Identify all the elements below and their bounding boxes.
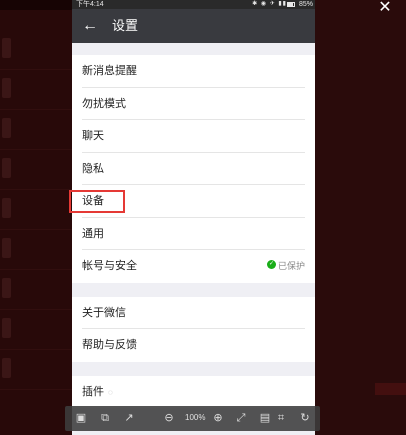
copy-icon[interactable]: ⧉	[97, 410, 113, 426]
phone-screen: 下午4:14 ✱ ◉ ✈ ▮▮ 85% ← 设置 新消息提醒 勿扰模式 聊天 隐…	[72, 0, 315, 435]
arrow-left-icon[interactable]: ←	[78, 14, 102, 38]
settings-item-general[interactable]: 通用	[72, 217, 315, 250]
settings-item-label: 设备	[82, 195, 104, 207]
zoom-level: 100%	[185, 413, 206, 422]
shield-icon: ✓	[266, 260, 276, 269]
settings-item-help-feedback[interactable]: 帮助与反馈	[72, 329, 315, 362]
crop-icon[interactable]: ⌗	[273, 410, 289, 426]
page-icon[interactable]: ▤	[257, 410, 273, 426]
rotate-icon[interactable]: ↻	[297, 410, 313, 426]
status-bar: 下午4:14 ✱ ◉ ✈ ▮▮ 85%	[72, 0, 315, 9]
settings-item-label: 新消息提醒	[82, 65, 137, 77]
settings-item-label: 关于微信	[82, 306, 126, 319]
settings-item-label: 插件 ◌	[82, 385, 113, 400]
settings-item-plugins[interactable]: 插件 ◌	[72, 375, 315, 408]
settings-item-label: 帮助与反馈	[82, 339, 137, 351]
group-spacer	[72, 282, 315, 297]
settings-item-account-security[interactable]: 帐号与安全 ✓ 已保护	[72, 250, 315, 283]
status-icons: ✱ ◉ ✈ ▮▮	[252, 1, 287, 7]
settings-item-label: 帐号与安全	[82, 260, 137, 272]
settings-item-new-message-alert[interactable]: 新消息提醒	[72, 55, 315, 88]
close-icon[interactable]: ✕	[370, 0, 400, 18]
settings-list: 新消息提醒 勿扰模式 聊天 隐私 设备 通用 帐号与安全 ✓ 已保护 关于微信 帮…	[72, 43, 315, 408]
settings-item-chat[interactable]: 聊天	[72, 120, 315, 153]
battery-percent: 85%	[298, 1, 313, 8]
settings-item-label: 聊天	[82, 130, 104, 142]
battery-icon	[287, 2, 295, 7]
fit-icon[interactable]: ⤢	[233, 410, 249, 426]
save-icon[interactable]: ▣	[73, 410, 89, 426]
group-spacer	[72, 361, 315, 376]
zoom-out-icon[interactable]: ⊖	[161, 410, 177, 426]
protection-status: ✓ 已保护	[266, 260, 305, 272]
zoom-in-icon[interactable]: ⊕	[210, 410, 226, 426]
share-icon[interactable]: ↗	[121, 410, 137, 426]
page-title: 设置	[112, 18, 139, 33]
protection-status-label: 已保护	[277, 261, 305, 271]
shield-outline-icon: ◌	[108, 387, 113, 397]
group-spacer	[72, 43, 315, 55]
settings-item-label: 勿扰模式	[82, 97, 126, 110]
settings-item-devices[interactable]: 设备	[72, 185, 315, 218]
settings-item-plugins-label: 插件	[82, 385, 104, 398]
viewer-toolbar: ▣ ⧉ ↗ ⊖ 100% ⊕ ⤢ ▤ ⌗ ↻	[65, 406, 320, 431]
status-time: 下午4:14	[76, 1, 104, 8]
settings-item-label: 隐私	[82, 162, 104, 175]
settings-item-label: 通用	[82, 227, 104, 240]
settings-item-do-not-disturb[interactable]: 勿扰模式	[72, 87, 315, 120]
settings-item-about[interactable]: 关于微信	[72, 296, 315, 329]
app-bar: ← 设置	[72, 9, 315, 43]
settings-item-privacy[interactable]: 隐私	[72, 152, 315, 185]
